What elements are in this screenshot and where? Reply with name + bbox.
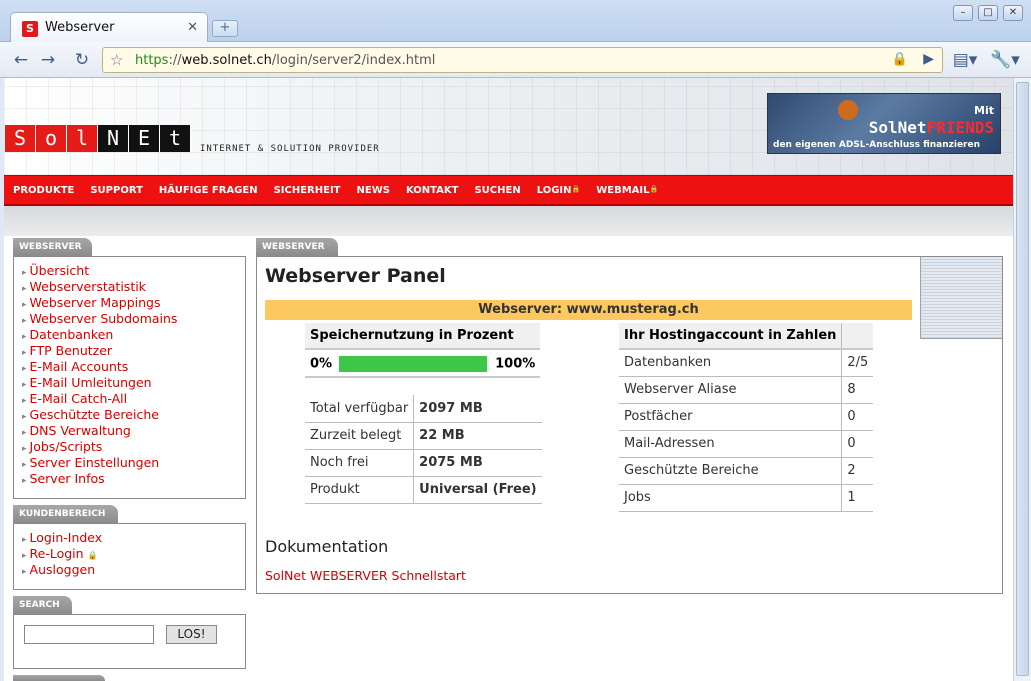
webserver-menu-box: Übersicht Webserverstatistik Webserver M… [13, 256, 246, 499]
maximize-icon[interactable]: □ [978, 5, 998, 21]
friends-banner-ad[interactable]: Mit SolNetFRIENDS den eigenen ADSL-Ansch… [767, 93, 1001, 154]
nav-login[interactable]: LOGIN🔒 [537, 185, 581, 196]
search-input[interactable] [24, 625, 154, 644]
menu-item-login-index[interactable]: Login-Index [22, 530, 245, 546]
table-row: Zurzeit belegt 22 MB [305, 422, 542, 450]
nav-kontakt[interactable]: KONTAKT [406, 185, 459, 196]
webserver-box-tab: WEBSERVER [13, 238, 92, 256]
nav-news[interactable]: NEWS [357, 185, 390, 196]
memory-stats-table: Total verfügbar 2097 MB Zurzeit belegt 22 … [305, 395, 542, 504]
nav-produkte[interactable]: PRODUKTE [13, 185, 74, 196]
url-text[interactable]: https://web.solnet.ch/login/server2/inde… [135, 53, 435, 68]
hosting-account-table: Ihr Hostingaccount in Zahlen Datenbanken… [619, 323, 874, 512]
search-button[interactable]: LOS! [166, 625, 217, 644]
minimize-icon[interactable]: – [953, 5, 973, 21]
lock-icon: 🔒 [571, 184, 581, 193]
site-header: S o l N E t INTERNET & SOLUTION PROVIDER… [4, 78, 1013, 175]
menu-item-email-umleitungen[interactable]: E-Mail Umleitungen [22, 375, 245, 391]
kundenbereich-box-tab: KUNDENBEREICH [13, 505, 118, 523]
hosting-header: Ihr Hostingaccount in Zahlen [619, 323, 843, 350]
menu-item-ftp-benutzer[interactable]: FTP Benutzer [22, 343, 245, 359]
nav-shadow-bar [4, 206, 1013, 236]
nav-haeufige-fragen[interactable]: HÄUFIGE FRAGEN [159, 185, 258, 196]
menu-item-server-infos[interactable]: Server Infos [22, 471, 245, 487]
menu-item-datenbanken[interactable]: Datenbanken [22, 327, 245, 343]
memory-usage-bar-row: 0% 100% [305, 349, 541, 378]
scrollbar-thumb[interactable] [1016, 82, 1029, 676]
menu-item-webserverstatistik[interactable]: Webserverstatistik [22, 279, 245, 295]
next-box-tab [13, 675, 105, 681]
menu-item-webserver-subdomains[interactable]: Webserver Subdomains [22, 311, 245, 327]
table-row: Noch frei 2075 MB [305, 449, 542, 477]
search-box: LOS! [13, 614, 246, 669]
table-row: Geschützte Bereiche 2 [619, 457, 874, 485]
memory-progress-bar [338, 356, 489, 372]
new-tab-button[interactable]: + [212, 20, 238, 37]
tab-close-icon[interactable]: ✕ [187, 20, 198, 35]
table-row: Mail-Adressen 0 [619, 430, 874, 458]
page-viewport: S o l N E t INTERNET & SOLUTION PROVIDER… [4, 78, 1013, 681]
server-name-bar: Webserver: www.musterag.ch [265, 300, 912, 320]
basketball-icon [838, 100, 858, 120]
menu-item-webserver-mappings[interactable]: Webserver Mappings [22, 295, 245, 311]
lock-icon: 🔒 [649, 184, 659, 193]
table-row: Jobs 1 [619, 484, 874, 512]
documentation-heading: Dokumentation [265, 537, 389, 556]
lock-icon: 🔒 [87, 551, 98, 560]
close-window-icon[interactable]: ✕ [1003, 5, 1023, 21]
nav-sicherheit[interactable]: SICHERHEIT [274, 185, 341, 196]
browser-tab[interactable]: S Webserver ✕ [10, 12, 208, 43]
webserver-menu: Übersicht Webserverstatistik Webserver M… [14, 257, 245, 487]
kundenbereich-menu: Login-Index Re-Login 🔒 Ausloggen [14, 524, 245, 578]
quickstart-link[interactable]: SolNet WEBSERVER Schnellstart [265, 568, 466, 583]
table-row: Total verfügbar 2097 MB [305, 395, 542, 423]
menu-item-server-einstellungen[interactable]: Server Einstellungen [22, 455, 245, 471]
memory-usage-header: Speichernutzung in Prozent [305, 323, 541, 350]
main-navigation: PRODUKTE SUPPORT HÄUFIGE FRAGEN SICHERHE… [4, 175, 1013, 206]
nav-webmail[interactable]: WEBMAIL🔒 [596, 185, 658, 196]
webserver-panel: Webserver Panel Webserver: www.musterag.… [256, 256, 1003, 594]
vertical-scrollbar[interactable] [1013, 78, 1031, 681]
menu-item-geschuetzte-bereiche[interactable]: Geschützte Bereiche [22, 407, 245, 423]
panel-corner-decoration [920, 257, 1002, 339]
memory-usage-table: Speichernutzung in Prozent 0% 100% [305, 323, 541, 378]
wrench-menu-icon[interactable]: 🔧▾ [990, 48, 1020, 72]
menu-item-email-accounts[interactable]: E-Mail Accounts [22, 359, 245, 375]
kundenbereich-box: Login-Index Re-Login 🔒 Ausloggen [13, 523, 246, 590]
page-menu-icon[interactable]: ▤▾ [950, 48, 980, 72]
panel-tab: WEBSERVER [256, 238, 338, 256]
browser-toolbar: ← → ↻ ☆ https://web.solnet.ch/login/serv… [0, 42, 1031, 78]
browser-titlebar: S Webserver ✕ + – □ ✕ [0, 0, 1031, 43]
bookmark-star-icon[interactable]: ☆ [110, 51, 123, 69]
menu-item-re-login[interactable]: Re-Login 🔒 [22, 546, 245, 562]
table-row: Datenbanken 2/5 [619, 349, 874, 377]
menu-item-email-catch-all[interactable]: E-Mail Catch-All [22, 391, 245, 407]
menu-item-ausloggen[interactable]: Ausloggen [22, 562, 245, 578]
back-icon[interactable]: ← [9, 48, 33, 72]
address-bar[interactable]: ☆ https://web.solnet.ch/login/server2/in… [102, 47, 943, 73]
search-box-tab: SEARCH [13, 596, 72, 614]
solnet-logo[interactable]: S o l N E t [5, 125, 191, 152]
reload-icon[interactable]: ↻ [70, 48, 94, 72]
table-row: Postfächer 0 [619, 403, 874, 431]
forward-icon[interactable]: → [36, 48, 60, 72]
nav-support[interactable]: SUPPORT [90, 185, 143, 196]
tab-title: Webserver [45, 20, 115, 35]
menu-item-uebersicht[interactable]: Übersicht [22, 263, 245, 279]
go-icon[interactable]: ▶ [923, 51, 934, 67]
table-row: Webserver Aliase 8 [619, 376, 874, 404]
table-row: Produkt Universal (Free) [305, 476, 542, 504]
menu-item-dns-verwaltung[interactable]: DNS Verwaltung [22, 423, 245, 439]
nav-suchen[interactable]: SUCHEN [474, 185, 520, 196]
ssl-lock-icon[interactable]: 🔒 [892, 52, 908, 67]
site-tagline: INTERNET & SOLUTION PROVIDER [200, 144, 380, 154]
solnet-favicon-icon: S [22, 21, 38, 37]
menu-item-jobs-scripts[interactable]: Jobs/Scripts [22, 439, 245, 455]
page-title: Webserver Panel [265, 265, 446, 287]
